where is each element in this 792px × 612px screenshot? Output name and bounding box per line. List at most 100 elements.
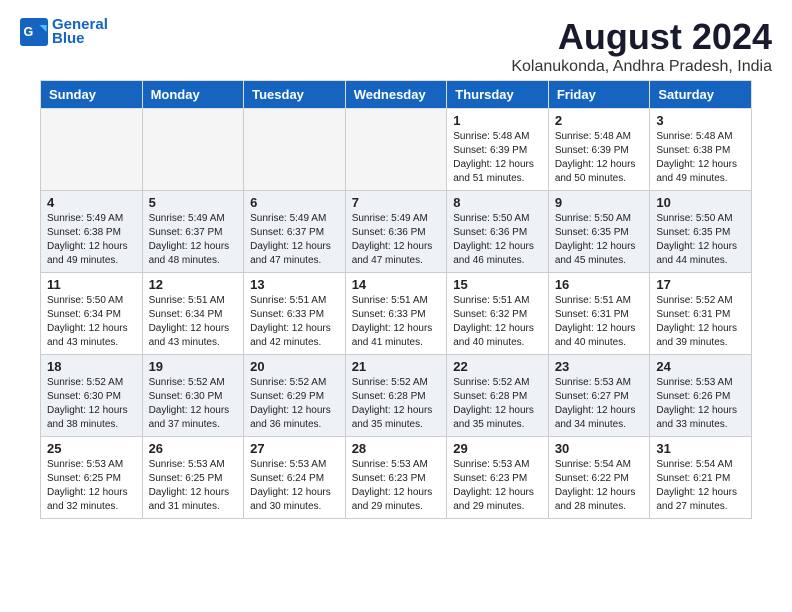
calendar-cell: 31 Sunrise: 5:54 AM Sunset: 6:21 PM Dayli…: [650, 437, 752, 519]
calendar-cell: 8 Sunrise: 5:50 AM Sunset: 6:36 PM Daylig…: [447, 191, 549, 273]
day-number: 21: [352, 359, 441, 374]
day-info: Sunrise: 5:53 AM Sunset: 6:23 PM Dayligh…: [453, 458, 542, 514]
location: Kolanukonda, Andhra Pradesh, India: [511, 58, 772, 76]
calendar-cell: 12 Sunrise: 5:51 AM Sunset: 6:34 PM Dayli…: [142, 273, 244, 355]
calendar-cell: [244, 109, 346, 191]
calendar-cell: 2 Sunrise: 5:48 AM Sunset: 6:39 PM Daylig…: [548, 109, 650, 191]
day-number: 3: [656, 113, 745, 128]
title-section: August 2024 Kolanukonda, Andhra Pradesh,…: [511, 16, 772, 76]
header-wednesday: Wednesday: [345, 81, 447, 109]
day-info: Sunrise: 5:53 AM Sunset: 6:26 PM Dayligh…: [656, 376, 745, 432]
day-info: Sunrise: 5:50 AM Sunset: 6:34 PM Dayligh…: [47, 294, 136, 350]
day-info: Sunrise: 5:51 AM Sunset: 6:32 PM Dayligh…: [453, 294, 542, 350]
day-number: 19: [149, 359, 238, 374]
calendar-cell: [142, 109, 244, 191]
day-number: 26: [149, 441, 238, 456]
day-info: Sunrise: 5:52 AM Sunset: 6:30 PM Dayligh…: [47, 376, 136, 432]
day-number: 1: [453, 113, 542, 128]
header-monday: Monday: [142, 81, 244, 109]
calendar-cell: [41, 109, 143, 191]
day-number: 25: [47, 441, 136, 456]
calendar-table: Sunday Monday Tuesday Wednesday Thursday…: [40, 80, 752, 519]
calendar-cell: 25 Sunrise: 5:53 AM Sunset: 6:25 PM Dayli…: [41, 437, 143, 519]
calendar-cell: 4 Sunrise: 5:49 AM Sunset: 6:38 PM Daylig…: [41, 191, 143, 273]
day-number: 9: [555, 195, 644, 210]
calendar-cell: [345, 109, 447, 191]
calendar-cell: 7Sunrise: 5:49 AM Sunset: 6:36 PM Daylig…: [345, 191, 447, 273]
calendar-cell: 16 Sunrise: 5:51 AM Sunset: 6:31 PM Dayli…: [548, 273, 650, 355]
day-info: Sunrise: 5:49 AM Sunset: 6:38 PM Dayligh…: [47, 212, 136, 268]
day-number: 31: [656, 441, 745, 456]
day-info: Sunrise: 5:52 AM Sunset: 6:30 PM Dayligh…: [149, 376, 238, 432]
header-sunday: Sunday: [41, 81, 143, 109]
calendar-row-1: 1 Sunrise: 5:48 AM Sunset: 6:39 PM Daylig…: [41, 109, 752, 191]
calendar-cell: 5 Sunrise: 5:49 AM Sunset: 6:37 PM Daylig…: [142, 191, 244, 273]
calendar-row-5: 25 Sunrise: 5:53 AM Sunset: 6:25 PM Dayli…: [41, 437, 752, 519]
day-info: Sunrise: 5:52 AM Sunset: 6:28 PM Dayligh…: [352, 376, 441, 432]
logo-icon: G: [20, 18, 48, 46]
day-number: 11: [47, 277, 136, 292]
day-info: Sunrise: 5:49 AM Sunset: 6:37 PM Dayligh…: [149, 212, 238, 268]
day-info: Sunrise: 5:48 AM Sunset: 6:39 PM Dayligh…: [555, 130, 644, 186]
calendar-cell: 22 Sunrise: 5:52 AM Sunset: 6:28 PM Dayli…: [447, 355, 549, 437]
day-number: 10: [656, 195, 745, 210]
calendar-row-3: 11 Sunrise: 5:50 AM Sunset: 6:34 PM Dayli…: [41, 273, 752, 355]
day-number: 20: [250, 359, 339, 374]
calendar-cell: 14 Sunrise: 5:51 AM Sunset: 6:33 PM Dayli…: [345, 273, 447, 355]
day-number: 2: [555, 113, 644, 128]
day-info: Sunrise: 5:54 AM Sunset: 6:21 PM Dayligh…: [656, 458, 745, 514]
day-info: Sunrise: 5:50 AM Sunset: 6:35 PM Dayligh…: [555, 212, 644, 268]
calendar-cell: 10Sunrise: 5:50 AM Sunset: 6:35 PM Dayli…: [650, 191, 752, 273]
day-number: 6: [250, 195, 339, 210]
day-info: Sunrise: 5:48 AM Sunset: 6:38 PM Dayligh…: [656, 130, 745, 186]
calendar-cell: 17Sunrise: 5:52 AM Sunset: 6:31 PM Dayli…: [650, 273, 752, 355]
day-number: 13: [250, 277, 339, 292]
day-number: 16: [555, 277, 644, 292]
calendar-cell: 6 Sunrise: 5:49 AM Sunset: 6:37 PM Daylig…: [244, 191, 346, 273]
day-number: 28: [352, 441, 441, 456]
calendar-cell: 19 Sunrise: 5:52 AM Sunset: 6:30 PM Dayli…: [142, 355, 244, 437]
weekday-header-row: Sunday Monday Tuesday Wednesday Thursday…: [41, 81, 752, 109]
calendar-cell: 1Sunrise: 5:48 AM Sunset: 6:39 PM Daylig…: [447, 109, 549, 191]
day-number: 4: [47, 195, 136, 210]
day-info: Sunrise: 5:51 AM Sunset: 6:33 PM Dayligh…: [352, 294, 441, 350]
logo: G General Blue: [20, 16, 108, 47]
calendar-cell: 24Sunrise: 5:53 AM Sunset: 6:26 PM Dayli…: [650, 355, 752, 437]
calendar-row-4: 18 Sunrise: 5:52 AM Sunset: 6:30 PM Dayli…: [41, 355, 752, 437]
header-friday: Friday: [548, 81, 650, 109]
day-number: 14: [352, 277, 441, 292]
header-thursday: Thursday: [447, 81, 549, 109]
calendar-cell: 29Sunrise: 5:53 AM Sunset: 6:23 PM Dayli…: [447, 437, 549, 519]
day-info: Sunrise: 5:53 AM Sunset: 6:27 PM Dayligh…: [555, 376, 644, 432]
calendar-cell: 15 Sunrise: 5:51 AM Sunset: 6:32 PM Dayli…: [447, 273, 549, 355]
day-number: 27: [250, 441, 339, 456]
calendar-cell: 9 Sunrise: 5:50 AM Sunset: 6:35 PM Daylig…: [548, 191, 650, 273]
day-info: Sunrise: 5:51 AM Sunset: 6:33 PM Dayligh…: [250, 294, 339, 350]
day-number: 18: [47, 359, 136, 374]
calendar-cell: 13 Sunrise: 5:51 AM Sunset: 6:33 PM Dayli…: [244, 273, 346, 355]
day-number: 22: [453, 359, 542, 374]
day-info: Sunrise: 5:49 AM Sunset: 6:37 PM Dayligh…: [250, 212, 339, 268]
calendar-cell: 28 Sunrise: 5:53 AM Sunset: 6:23 PM Dayli…: [345, 437, 447, 519]
calendar-cell: 27Sunrise: 5:53 AM Sunset: 6:24 PM Dayli…: [244, 437, 346, 519]
day-info: Sunrise: 5:53 AM Sunset: 6:25 PM Dayligh…: [47, 458, 136, 514]
calendar-cell: 18 Sunrise: 5:52 AM Sunset: 6:30 PM Dayli…: [41, 355, 143, 437]
header: G General Blue August 2024 Kolanukonda, …: [0, 0, 792, 80]
calendar-cell: 11 Sunrise: 5:50 AM Sunset: 6:34 PM Dayli…: [41, 273, 143, 355]
day-info: Sunrise: 5:53 AM Sunset: 6:23 PM Dayligh…: [352, 458, 441, 514]
calendar-cell: 3 Sunrise: 5:48 AM Sunset: 6:38 PM Daylig…: [650, 109, 752, 191]
logo-text: General Blue: [52, 16, 108, 47]
day-info: Sunrise: 5:50 AM Sunset: 6:36 PM Dayligh…: [453, 212, 542, 268]
day-number: 5: [149, 195, 238, 210]
day-number: 15: [453, 277, 542, 292]
calendar-cell: 30Sunrise: 5:54 AM Sunset: 6:22 PM Dayli…: [548, 437, 650, 519]
day-info: Sunrise: 5:51 AM Sunset: 6:31 PM Dayligh…: [555, 294, 644, 350]
day-info: Sunrise: 5:49 AM Sunset: 6:36 PM Dayligh…: [352, 212, 441, 268]
day-number: 12: [149, 277, 238, 292]
day-info: Sunrise: 5:51 AM Sunset: 6:34 PM Dayligh…: [149, 294, 238, 350]
day-info: Sunrise: 5:52 AM Sunset: 6:28 PM Dayligh…: [453, 376, 542, 432]
day-number: 17: [656, 277, 745, 292]
calendar-container: Sunday Monday Tuesday Wednesday Thursday…: [0, 80, 792, 539]
day-number: 8: [453, 195, 542, 210]
day-info: Sunrise: 5:52 AM Sunset: 6:29 PM Dayligh…: [250, 376, 339, 432]
